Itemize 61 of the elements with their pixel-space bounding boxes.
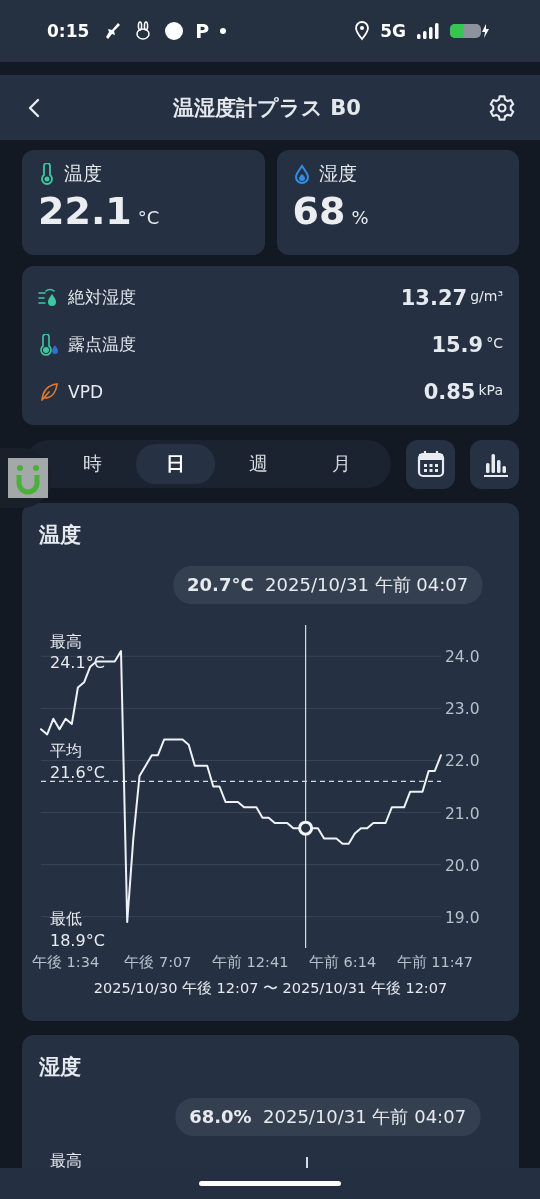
y-tick-label: 23.0 <box>445 700 480 719</box>
y-tick-label: 20.0 <box>445 856 480 875</box>
location-icon <box>354 21 371 41</box>
stat-label: 最高 <box>50 632 82 651</box>
chart-button[interactable] <box>470 439 519 489</box>
detail-label: 露点温度 <box>68 333 137 356</box>
network-type: 5G <box>380 21 406 41</box>
calendar-button[interactable] <box>406 439 455 489</box>
thermometer-icon <box>38 163 56 185</box>
reading-unit: °C <box>137 207 160 228</box>
detail-unit: kPa <box>478 381 503 398</box>
circle-icon <box>163 20 186 42</box>
settings-icon[interactable] <box>488 93 516 122</box>
reading-value: 22.1 <box>38 189 132 233</box>
period-tab[interactable]: 週 <box>219 444 298 484</box>
stat-value: 21.6°C <box>50 763 105 782</box>
cursor-marker <box>298 820 314 836</box>
x-tick-label: 午前 12:41 <box>212 954 289 970</box>
stat-label: 最低 <box>50 909 82 928</box>
leaf-icon <box>38 380 60 403</box>
detail-label: 絶対湿度 <box>68 286 137 309</box>
y-tick-label: 21.0 <box>445 804 480 823</box>
y-tick-label: 19.0 <box>445 908 480 927</box>
chart-tooltip: 68.0% 2025/10/31 午前 04:07 <box>175 1098 481 1136</box>
detail-value: 0.85 <box>423 379 476 404</box>
reading-value: 68 <box>292 189 346 233</box>
period-tab[interactable]: 月 <box>302 444 381 484</box>
reading-unit: % <box>351 207 369 228</box>
battery-charging-icon <box>450 22 490 40</box>
x-tick-label: 午後 7:07 <box>124 954 192 970</box>
detail-unit: °C <box>486 334 503 351</box>
detail-value: 13.27 <box>400 285 468 310</box>
dot-icon <box>219 27 228 35</box>
detail-label: VPD <box>68 381 104 402</box>
screen-title: 温湿度計プラス B0 <box>173 94 361 122</box>
detail-value: 15.9 <box>431 332 484 357</box>
period-tab[interactable]: 時 <box>53 444 132 484</box>
stat-label: 最高 <box>50 1151 82 1172</box>
floating-widget-icon[interactable] <box>0 448 52 508</box>
chart-title: 温度 <box>38 522 82 549</box>
reading-label: 温度 <box>64 161 102 186</box>
stat-label: 平均 <box>50 741 82 760</box>
y-tick-label: 22.0 <box>445 752 480 771</box>
signal-icon <box>416 22 440 40</box>
calendar-icon <box>415 449 446 479</box>
reading-label: 湿度 <box>318 161 357 186</box>
period-tab[interactable]: 日 <box>136 444 215 484</box>
date-range: 2025/10/30 午後 12:07 〜 2025/10/31 午後 12:07 <box>92 979 449 998</box>
chart-title: 湿度 <box>38 1054 82 1081</box>
x-tick-label: 午後 1:34 <box>32 954 100 970</box>
app-label: P <box>195 20 210 42</box>
droplet-icon <box>292 163 311 185</box>
stat-value: 18.9°C <box>50 931 105 950</box>
thermometer-droplet-icon <box>38 333 60 356</box>
detail-unit: g/m³ <box>470 287 503 304</box>
y-tick-label: 24.0 <box>445 648 480 667</box>
stat-value: 24.1°C <box>50 653 105 672</box>
chart-tooltip: 20.7°C 2025/10/31 午前 04:07 <box>173 566 483 604</box>
x-tick-label: 午前 6:14 <box>308 954 377 970</box>
status-time: 0:15 <box>47 21 90 41</box>
x-tick-label: 午前 11:47 <box>396 954 474 970</box>
